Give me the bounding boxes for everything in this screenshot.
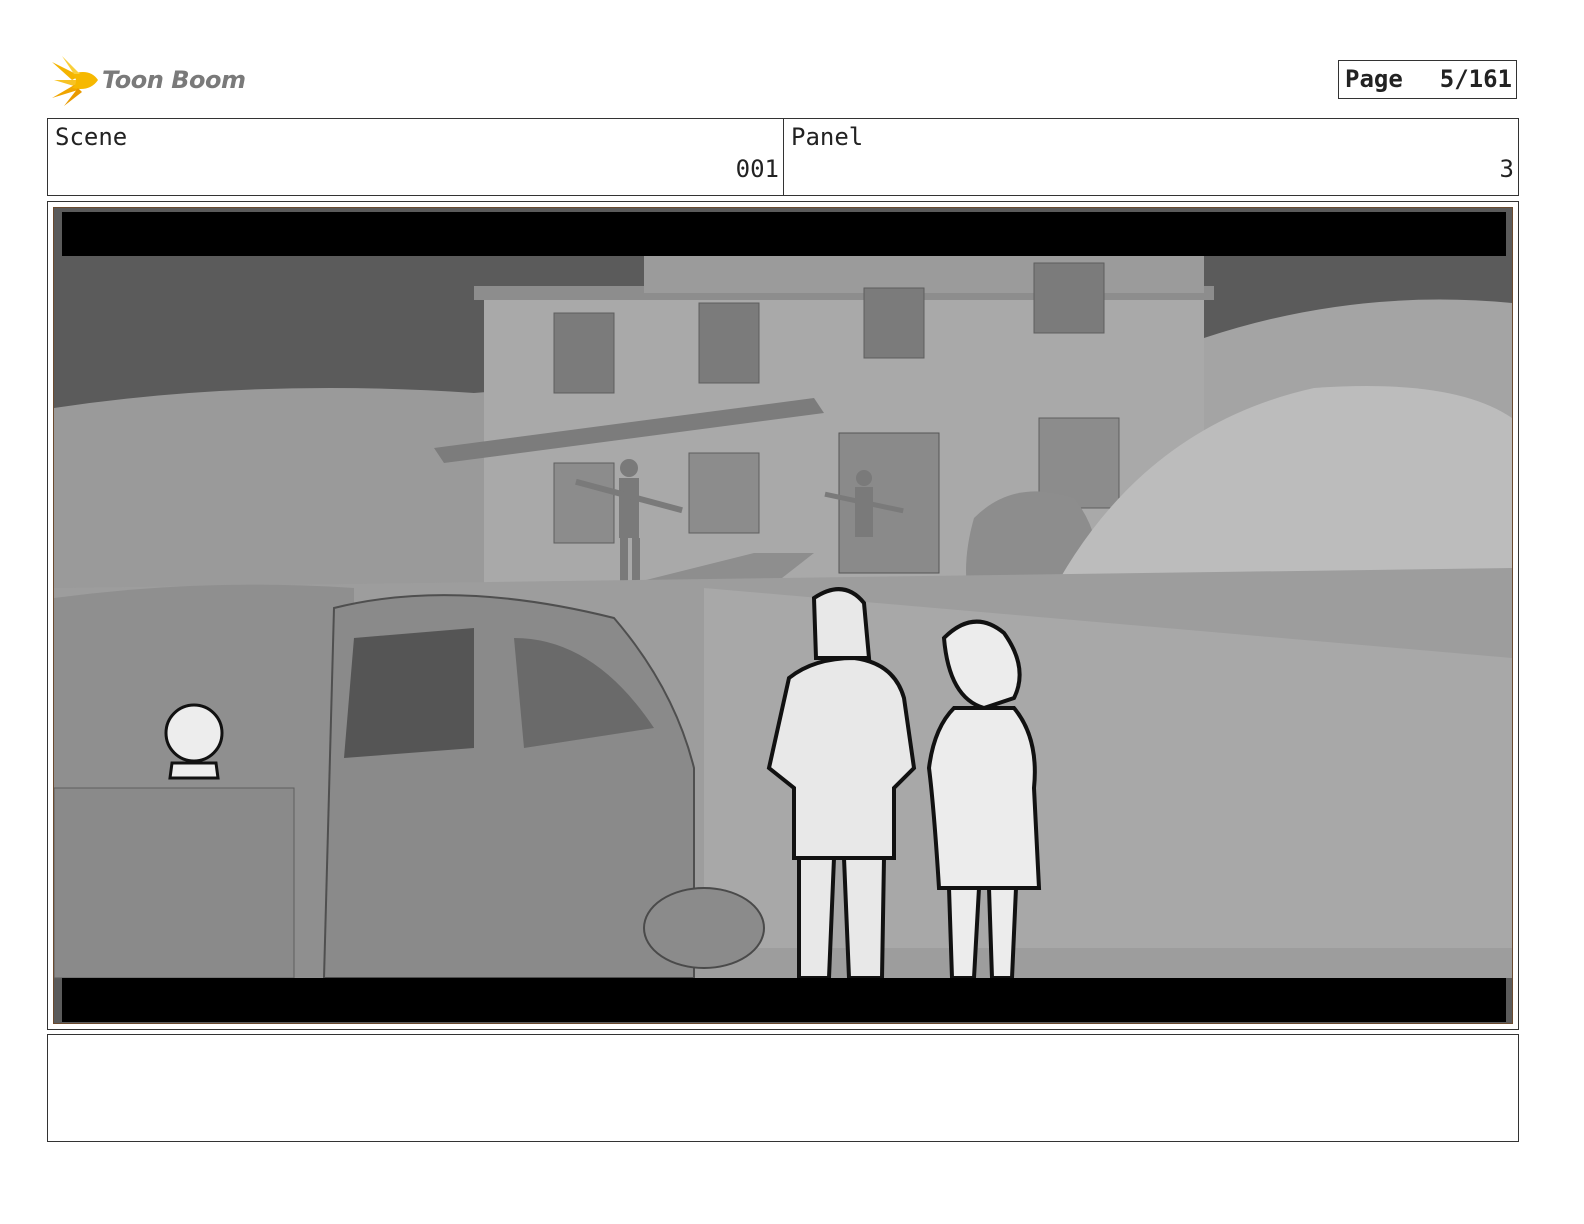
spark-logo-icon — [52, 56, 98, 106]
page-number: 5/161 — [1439, 65, 1512, 93]
scene-illustration — [54, 208, 1512, 1023]
toon-boom-logo: Toon Boom — [50, 54, 250, 108]
page-indicator: Page 5/161 — [1338, 60, 1517, 99]
page-label: Page — [1345, 65, 1403, 93]
action-notes-box[interactable] — [47, 1034, 1519, 1142]
scene-panel-header: Scene 001 Panel 3 — [47, 118, 1519, 196]
storyboard-frame — [47, 201, 1519, 1030]
panel-value: 3 — [1499, 155, 1514, 183]
scene-label: Scene — [55, 123, 128, 151]
scene-value: 001 — [735, 155, 779, 183]
logo-text: Toon Boom — [102, 66, 246, 94]
storyboard-image — [53, 207, 1513, 1024]
scene-cell: Scene 001 — [48, 119, 784, 195]
panel-cell: Panel 3 — [784, 119, 1518, 195]
panel-label: Panel — [791, 123, 864, 151]
